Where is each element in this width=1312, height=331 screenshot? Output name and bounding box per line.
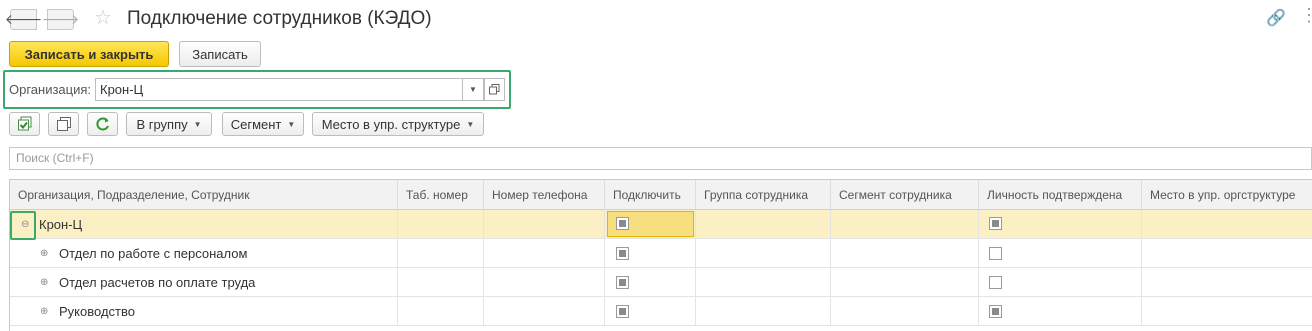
table-row[interactable]: ⊖ Крон-Ц [10, 210, 1312, 239]
to-group-label: В группу [136, 116, 188, 132]
save-and-close-label: Записать и закрыть [24, 46, 154, 62]
uncheck-all-icon [56, 117, 71, 131]
to-group-button[interactable]: В группу ▼ [126, 112, 212, 136]
check-all-icon [17, 116, 31, 131]
connect-checkbox[interactable] [616, 276, 629, 289]
more-menu-icon[interactable]: ⋮ [1300, 6, 1312, 24]
chevron-down-icon: ▼ [466, 119, 475, 129]
search-input[interactable]: Поиск (Ctrl+F) [9, 147, 1312, 170]
favorite-star-icon[interactable]: ☆ [94, 6, 112, 30]
segment-button[interactable]: Сегмент ▼ [222, 112, 304, 136]
employees-table: Организация, Подразделение, Сотрудник Та… [9, 179, 1312, 331]
page-title: Подключение сотрудников (КЭДО) [127, 8, 432, 29]
place-in-structure-label: Место в упр. структуре [321, 116, 461, 132]
row-name: Руководство [59, 304, 135, 319]
column-header-organization[interactable]: Организация, Подразделение, Сотрудник [10, 180, 398, 210]
column-header-connect[interactable]: Подключить [605, 180, 696, 210]
column-header-management-structure[interactable]: Место в упр. оргструктуре [1142, 180, 1312, 210]
connect-checkbox[interactable] [616, 305, 629, 318]
arrow-right-icon: 🡒 [41, 11, 80, 27]
identity-checkbox[interactable] [989, 217, 1002, 230]
chevron-down-icon: ▼ [469, 85, 477, 94]
table-row[interactable]: ⊕ Отдел по работе с персоналом [10, 239, 1312, 268]
table-row[interactable]: ⊕ Руководство [10, 297, 1312, 326]
organization-input[interactable]: Крон-Ц [95, 78, 463, 101]
segment-label: Сегмент [230, 116, 282, 132]
open-window-icon [489, 84, 500, 95]
identity-checkbox[interactable] [989, 247, 1002, 260]
identity-checkbox[interactable] [989, 305, 1002, 318]
save-label: Записать [192, 46, 248, 62]
identity-checkbox[interactable] [989, 276, 1002, 289]
chevron-down-icon: ▼ [287, 119, 296, 129]
row-name: Крон-Ц [39, 217, 83, 232]
organization-dropdown-button[interactable]: ▼ [462, 78, 484, 101]
check-all-button[interactable] [9, 112, 40, 136]
chevron-down-icon: ▼ [193, 119, 202, 129]
link-icon[interactable]: 🔗 [1266, 8, 1286, 28]
expand-icon[interactable]: ⊕ [40, 277, 48, 288]
place-in-structure-button[interactable]: Место в упр. структуре ▼ [312, 112, 484, 136]
save-and-close-button[interactable]: Записать и закрыть [9, 41, 169, 67]
column-header-employee-segment[interactable]: Сегмент сотрудника [831, 180, 979, 210]
column-header-tab-number[interactable]: Таб. номер [398, 180, 484, 210]
arrow-left-icon: 🡐 [4, 11, 43, 27]
expand-icon[interactable]: ⊕ [40, 248, 48, 259]
tree-toggle-highlight-frame [10, 211, 36, 240]
back-button[interactable]: 🡐 [5, 9, 42, 30]
column-header-identity-confirmed[interactable]: Личность подтверждена [979, 180, 1142, 210]
table-row[interactable]: ⊕ Отдел расчетов по оплате труда [10, 268, 1312, 297]
connect-checkbox[interactable] [616, 217, 629, 230]
connect-checkbox[interactable] [616, 247, 629, 260]
row-name: Отдел расчетов по оплате труда [59, 275, 256, 290]
column-header-phone[interactable]: Номер телефона [484, 180, 605, 210]
organization-open-button[interactable] [484, 78, 505, 101]
column-header-employee-group[interactable]: Группа сотрудника [696, 180, 831, 210]
expand-icon[interactable]: ⊕ [40, 306, 48, 317]
row-name: Отдел по работе с персоналом [59, 246, 248, 261]
forward-button[interactable]: 🡒 [42, 9, 79, 30]
uncheck-all-button[interactable] [48, 112, 79, 136]
refresh-icon [95, 117, 109, 131]
save-button[interactable]: Записать [179, 41, 261, 67]
refresh-button[interactable] [87, 112, 118, 136]
organization-label: Организация: [9, 82, 92, 97]
